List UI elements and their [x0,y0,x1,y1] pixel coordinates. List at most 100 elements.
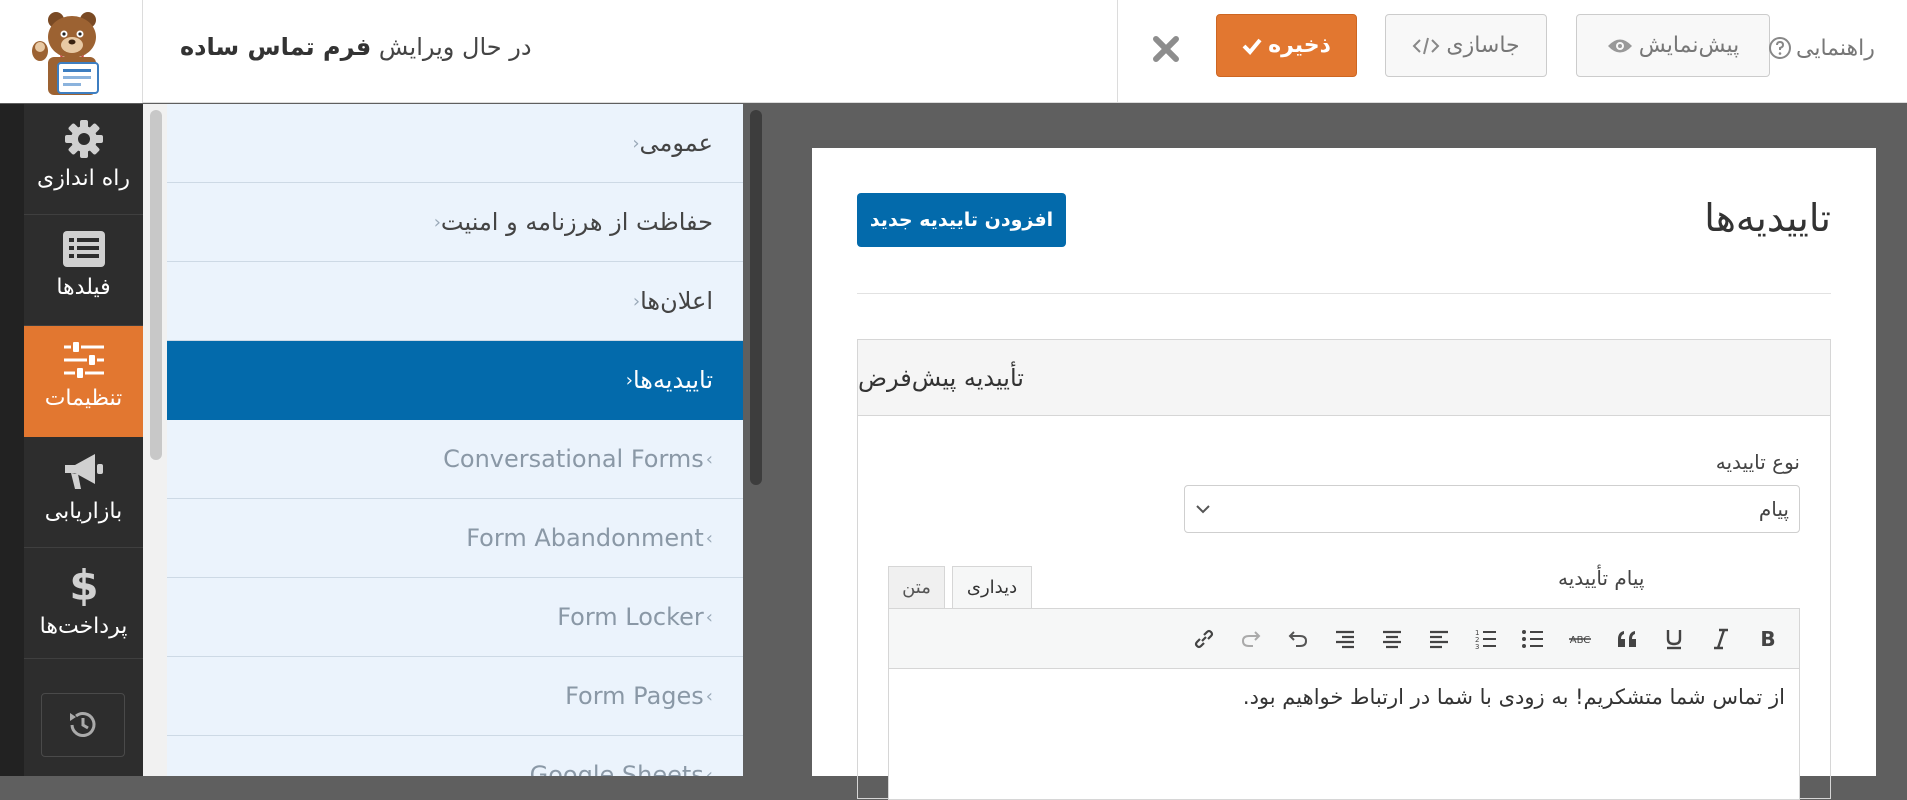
editing-prefix: در حال ویرایش [378,33,532,61]
italic-icon [1713,628,1728,649]
sidebar-item-label: بازاریابی [44,499,123,524]
sidebar-item-label: راه اندازی [37,166,130,191]
header-divider [1117,0,1118,103]
form-name: فرم تماس ساده [180,33,372,61]
bullet-list-button[interactable] [1509,619,1556,659]
align-left-button[interactable] [1415,619,1462,659]
confirmation-type-value: پیام [1758,497,1789,521]
bullet-list-icon [1521,629,1543,648]
confirmation-type-select[interactable]: پیام [1184,485,1800,533]
builder-sidebar: راه اندازی فیلدها تنظیمات بازاریابی $ پر… [0,104,143,776]
sidebar-item-label: پرداخت‌ها [39,614,128,639]
confirmation-message-label: پیام تأییدیه [1558,566,1645,590]
confirmation-title: تأییدیه پیش‌فرض [858,363,1024,392]
chevron-left-icon: ‹ [625,369,633,391]
close-button[interactable] [1147,30,1185,68]
nav-item-label: Form Pages [565,682,704,710]
nav-item-general[interactable]: عمومی ‹ [167,104,743,183]
nav-item-spam-protection[interactable]: حفاظت از هرزنامه و امنیت ‹ [167,183,743,262]
preview-label: پیش‌نمایش [1638,33,1740,58]
save-label: ذخیره [1268,33,1331,58]
sliders-icon [63,340,104,380]
sidebar-item-setup[interactable]: راه اندازی [24,104,143,215]
eye-icon [1607,39,1632,52]
logo [0,0,143,103]
section-title: تاییدیه‌ها [1704,196,1831,240]
nav-item-label: Form Abandonment [466,524,704,552]
form-editing-title: در حال ویرایش فرم تماس ساده [172,32,532,62]
revisions-button[interactable] [41,693,125,757]
confirmations-panel: تاییدیه‌ها افزودن تاییدیه جدید تأییدیه پ… [812,148,1876,800]
align-left-icon [1429,630,1448,648]
settings-nav-list: عمومی ‹ حفاظت از هرزنامه و امنیت ‹ اعلان‌ه… [167,104,743,776]
link-icon [1194,629,1213,648]
add-confirmation-button[interactable]: افزودن تاییدیه جدید [857,193,1066,247]
chevron-left-icon: ‹ [632,290,641,312]
chevron-left-icon: ‹ [705,685,713,707]
nav-item-google-sheets[interactable]: Google Sheets ‹ [167,736,743,776]
content-scrollbar[interactable] [750,110,762,485]
nav-item-label: تاییدیه‌ها [632,366,713,394]
svg-text:ABC: ABC [1569,635,1590,646]
close-icon [1153,36,1179,62]
tab-text[interactable]: متن [888,566,945,608]
strikethrough-icon: ABC [1568,635,1591,646]
sidebar-item-payments[interactable]: $ پرداخت‌ها [24,548,143,659]
nav-item-label: Google Sheets [529,761,704,776]
chevron-left-icon: ‹ [705,764,713,777]
confirmation-header[interactable]: تأییدیه پیش‌فرض [858,340,1830,416]
chevron-left-icon: ‹ [433,211,441,233]
align-center-button[interactable] [1368,619,1415,659]
nav-item-confirmations[interactable]: تاییدیه‌ها ‹ [167,341,743,420]
align-right-button[interactable] [1321,619,1368,659]
nav-scrollbar[interactable] [150,110,162,460]
nav-item-form-pages[interactable]: Form Pages ‹ [167,657,743,736]
chevron-left-icon: ‹ [705,448,713,470]
tab-visual[interactable]: دیداری [952,566,1032,608]
nav-item-label: Form Locker [557,603,704,631]
chevron-left-icon: ‹ [632,132,640,154]
undo-icon [1288,630,1307,647]
code-icon [1412,37,1440,54]
checkmark-icon [1242,38,1262,55]
section-divider [857,293,1831,294]
nav-item-form-abandonment[interactable]: Form Abandonment ‹ [167,499,743,578]
history-icon [70,712,96,737]
embed-label: جاسازی [1446,33,1520,58]
nav-item-label: عمومی [639,129,713,157]
megaphone-icon [64,454,103,489]
embed-button[interactable]: جاسازی [1385,14,1547,77]
chevron-left-icon: ‹ [705,527,713,549]
quote-icon [1617,630,1636,647]
align-right-icon [1335,630,1354,648]
undo-button[interactable] [1274,619,1321,659]
confirmation-type-label: نوع تاییدیه [1715,450,1800,474]
blockquote-button[interactable] [1603,619,1650,659]
bold-button[interactable]: B [1744,619,1791,659]
bold-icon: B [1760,628,1775,650]
nav-item-form-locker[interactable]: Form Locker ‹ [167,578,743,657]
redo-icon [1241,630,1260,647]
strikethrough-button[interactable]: ABC [1556,619,1603,659]
svg-text:B: B [1760,628,1775,650]
italic-button[interactable] [1697,619,1744,659]
numbered-list-icon: 123 [1475,629,1496,650]
save-button[interactable]: ذخیره [1216,14,1357,77]
sidebar-item-marketing[interactable]: بازاریابی [24,437,143,548]
nav-item-label: اعلان‌ها [640,287,713,315]
nav-item-notifications[interactable]: اعلان‌ها ‹ [167,262,743,341]
align-center-icon [1382,630,1401,648]
nav-item-conversational-forms[interactable]: Conversational Forms ‹ [167,420,743,499]
gear-icon [64,120,103,158]
numbered-list-button[interactable]: 123 [1462,619,1509,659]
preview-button[interactable]: پیش‌نمایش [1576,14,1770,77]
help-link[interactable]: راهنمایی [1768,30,1875,66]
dollar-icon: $ [69,562,98,608]
message-editor[interactable]: از تماس شما متشکریم! به زودی با شما در ا… [888,669,1800,800]
sidebar-item-fields[interactable]: فیلدها [24,215,143,326]
nav-item-label: حفاظت از هرزنامه و امنیت [440,208,713,236]
underline-button[interactable] [1650,619,1697,659]
redo-button[interactable] [1227,619,1274,659]
link-button[interactable] [1180,619,1227,659]
sidebar-item-settings[interactable]: تنظیمات [24,326,143,437]
